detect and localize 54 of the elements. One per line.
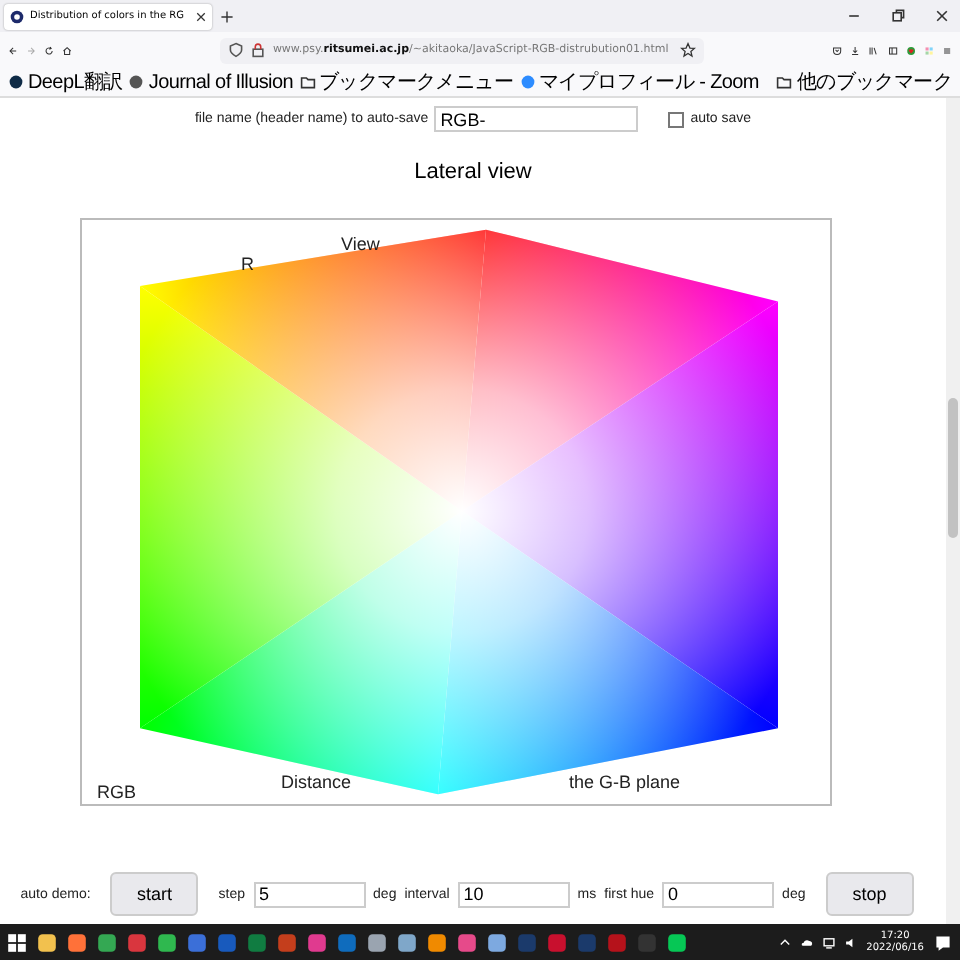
download-icon[interactable] — [850, 41, 861, 59]
bookmark-item[interactable]: ブックマークメニュー — [299, 68, 514, 96]
site-icon — [128, 74, 145, 90]
reload-icon[interactable] — [44, 41, 55, 59]
site-icon — [519, 74, 536, 90]
taskbar-app-icon[interactable] — [366, 931, 388, 953]
scrollbar[interactable] — [946, 98, 960, 924]
network-icon[interactable] — [822, 935, 837, 949]
shield-icon — [228, 42, 245, 58]
bookmark-item[interactable]: Journal of Illusion — [128, 71, 293, 93]
distance-caption: Distance — [281, 772, 352, 792]
auto-save-checkbox[interactable] — [668, 111, 685, 127]
close-icon[interactable] — [934, 8, 950, 24]
start-menu-icon[interactable] — [6, 931, 28, 953]
taskbar-app-icon[interactable] — [486, 931, 508, 953]
taskbar-app-icon[interactable] — [66, 931, 88, 953]
extension-icon[interactable] — [905, 41, 916, 59]
restore-icon[interactable] — [890, 8, 906, 24]
first-hue-input[interactable]: 0 — [662, 881, 775, 907]
notification-icon[interactable] — [932, 931, 954, 953]
taskbar-app-icon[interactable] — [396, 931, 418, 953]
taskbar-app-icon[interactable] — [36, 931, 58, 953]
sidebar-icon[interactable] — [887, 41, 898, 59]
bookmark-item[interactable]: マイプロフィール - Zoom — [519, 68, 759, 96]
cloud-icon[interactable] — [800, 935, 815, 949]
taskbar-app-icon[interactable] — [426, 931, 448, 953]
close-tab-icon[interactable] — [196, 11, 206, 21]
start-button[interactable]: start — [110, 872, 199, 916]
folder-icon — [776, 74, 793, 90]
step-input[interactable]: 5 — [253, 881, 366, 907]
plane-caption: the G-B plane — [569, 772, 681, 792]
folder-icon — [299, 74, 315, 90]
other-bookmarks[interactable]: 他のブックマーク — [776, 68, 952, 96]
interval-input[interactable]: 10 — [457, 881, 570, 907]
view-heading: Lateral view — [414, 160, 532, 184]
site-icon — [8, 74, 24, 90]
taskbar-app-icon[interactable] — [456, 931, 478, 953]
home-icon[interactable] — [62, 41, 73, 59]
site-logo-icon — [10, 9, 24, 23]
filename-input[interactable]: RGB- — [434, 106, 639, 132]
axis-label: R — [241, 254, 254, 274]
pocket-icon[interactable] — [832, 41, 843, 59]
stop-button[interactable]: stop — [825, 872, 914, 916]
library-icon[interactable] — [868, 41, 880, 59]
lock-icon — [250, 42, 267, 58]
view-caption: View — [341, 234, 380, 254]
taskbar-app-icon[interactable] — [156, 931, 178, 953]
new-tab-icon[interactable] — [220, 9, 234, 23]
taskbar-app-icon[interactable] — [306, 931, 328, 953]
bookmark-item[interactable]: DeepL翻訳 — [8, 68, 123, 96]
rgb-label: RGB — [97, 782, 137, 802]
taskbar-app-icon[interactable] — [96, 931, 118, 953]
taskbar-app-icon[interactable] — [666, 931, 688, 953]
bookmark-star-icon[interactable] — [680, 42, 697, 58]
